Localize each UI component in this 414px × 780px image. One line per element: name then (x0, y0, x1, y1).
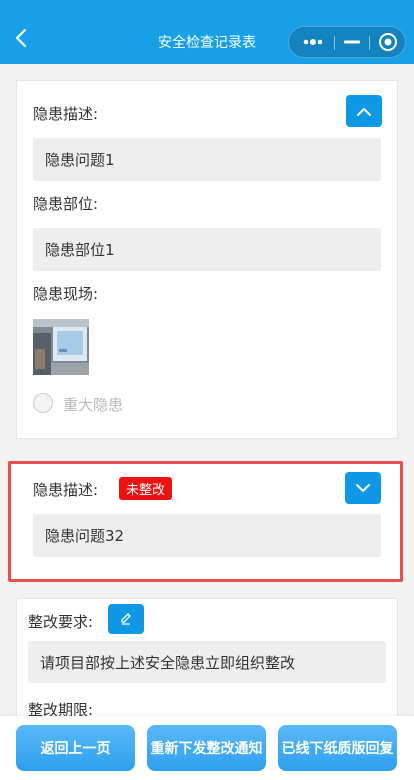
nav-header: 安全检查记录表 (0, 0, 414, 64)
bottom-action-bar: 返回上一页 重新下发整改通知 已线下纸质版回复 (0, 716, 414, 780)
back-button[interactable]: 返回上一页 (16, 725, 135, 771)
chevron-down-icon[interactable] (345, 472, 381, 504)
hazard-card-1: 隐患描述: 隐患问题1 隐患部位: 隐患部位1 隐患现场: 重大隐患 (16, 80, 398, 439)
hazard-scene-label: 隐患现场: (33, 285, 99, 303)
hazard-desc-label: 隐患描述: (33, 105, 99, 123)
mini-program-capsule (288, 26, 406, 58)
hazard-card-2: 隐患描述: 未整改 隐患问题32 (8, 461, 403, 582)
hazard-scene-photo[interactable] (33, 319, 89, 375)
reissue-notice-button[interactable]: 重新下发整改通知 (147, 725, 266, 771)
rectify-requirement-field[interactable]: 请项目部按上述安全隐患立即组织整改 (28, 641, 386, 683)
hazard-position-field[interactable]: 隐患部位1 (33, 228, 381, 271)
hazard-desc-label-2: 隐患描述: (33, 481, 99, 499)
pencil-icon[interactable] (108, 604, 144, 634)
more-dots-icon[interactable] (293, 27, 335, 57)
hazard-desc-field[interactable]: 隐患问题1 (33, 138, 381, 181)
hazard-desc-field-2[interactable]: 隐患问题32 (33, 514, 381, 557)
status-badge: 未整改 (119, 477, 173, 500)
hazard-position-label: 隐患部位: (33, 195, 99, 213)
offline-reply-button[interactable]: 已线下纸质版回复 (278, 725, 397, 771)
rectify-requirement-label: 整改要求: (28, 613, 94, 631)
major-hazard-label: 重大隐患 (63, 396, 124, 414)
minus-icon[interactable] (335, 27, 369, 57)
target-circle-icon[interactable] (370, 27, 405, 57)
major-hazard-radio[interactable] (33, 393, 53, 413)
chevron-up-icon[interactable] (346, 95, 382, 127)
